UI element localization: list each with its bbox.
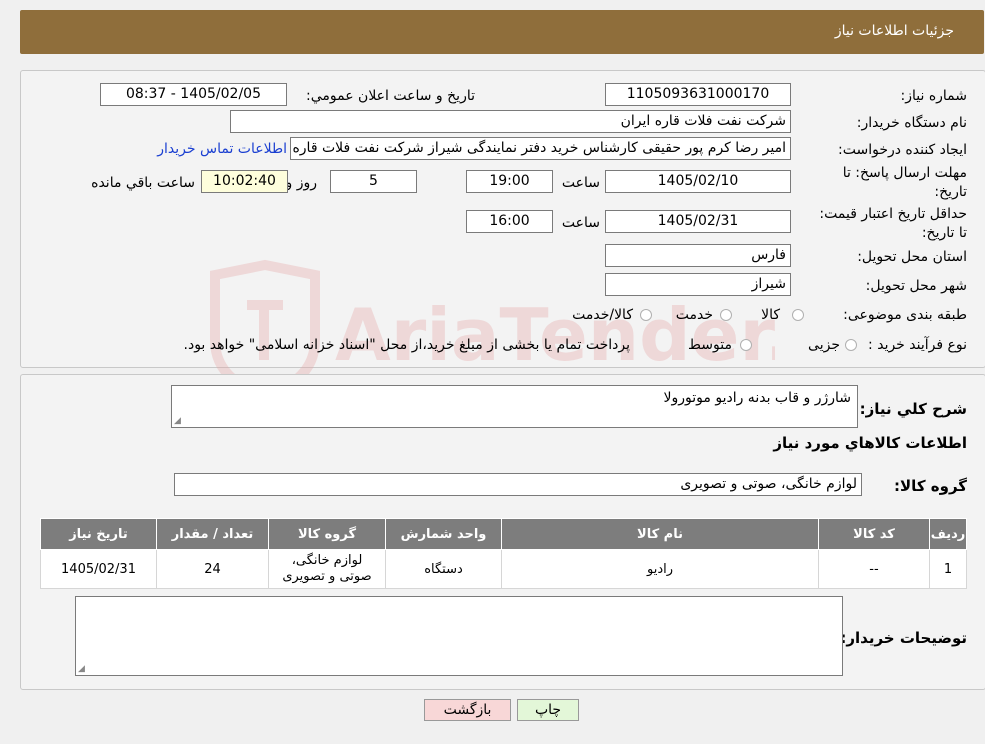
need-desc-label: شرح کلي نیاز: bbox=[859, 400, 967, 418]
announce-datetime-field[interactable]: 1405/02/05 - 08:37 bbox=[100, 83, 287, 106]
need-number-label: شماره نیاز: bbox=[900, 88, 968, 104]
cell-unit: دستگاه bbox=[385, 549, 502, 589]
buyer-contact-link[interactable]: اطلاعات تماس خریدار bbox=[157, 141, 287, 157]
table-header-row: ردیف کد کالا نام کالا واحد شمارش گروه کا… bbox=[40, 518, 967, 550]
back-button[interactable]: بازگشت bbox=[424, 699, 511, 721]
remaining-time-field: 10:02:40 bbox=[201, 170, 288, 193]
buyer-notes-label: توضیحات خریدار: bbox=[840, 629, 967, 647]
need-number-field[interactable]: 1105093631000170 bbox=[605, 83, 791, 106]
category-option-service: خدمت bbox=[675, 307, 713, 323]
cell-group: لوازم خانگی، صوتی و تصویری bbox=[268, 549, 386, 589]
col-row-header: ردیف bbox=[929, 518, 967, 550]
announce-datetime-label: تاریخ و ساعت اعلان عمومي: bbox=[306, 88, 475, 104]
goods-group-field[interactable]: لوازم خانگی، صوتی و تصویری bbox=[174, 473, 862, 496]
goods-info-heading: اطلاعات کالاهاي مورد نیاز bbox=[773, 434, 967, 452]
city-field[interactable]: شیراز bbox=[605, 273, 791, 296]
page-title: جزئیات اطلاعات نیاز bbox=[834, 23, 954, 39]
reply-deadline-label: مهلت ارسال پاسخ: تا تاریخ: bbox=[842, 165, 967, 200]
col-name-header: نام کالا bbox=[501, 518, 819, 550]
col-date-header: تاریخ نیاز bbox=[40, 518, 157, 550]
col-code-header: کد کالا bbox=[818, 518, 930, 550]
category-radio-goods-service[interactable] bbox=[640, 309, 652, 321]
validity-hour-label: ساعت bbox=[561, 215, 600, 231]
remaining-label: ساعت باقي مانده bbox=[91, 175, 195, 191]
province-field[interactable]: فارس bbox=[605, 244, 791, 267]
process-note: پرداخت تمام یا بخشی از مبلغ خرید،از محل … bbox=[183, 337, 630, 353]
process-radio-medium[interactable] bbox=[740, 339, 752, 351]
cell-row: 1 bbox=[929, 549, 967, 589]
category-option-goods-service: کالا/خدمت bbox=[572, 307, 633, 323]
validity-date-field[interactable]: 1405/02/31 bbox=[605, 210, 791, 233]
category-label: طبقه بندی موضوعی: bbox=[843, 307, 967, 323]
price-validity-label: حداقل تاریخ اعتبار قیمت: تا تاریخ: bbox=[819, 206, 967, 241]
reply-time-field[interactable]: 19:00 bbox=[466, 170, 553, 193]
col-qty-header: تعداد / مقدار bbox=[156, 518, 269, 550]
buyer-org-field[interactable]: شرکت نفت فلات قاره ایران bbox=[230, 110, 791, 133]
process-radio-minor[interactable] bbox=[845, 339, 857, 351]
requester-label: ایجاد کننده درخواست: bbox=[838, 142, 967, 158]
category-radio-service[interactable] bbox=[720, 309, 732, 321]
process-option-minor: جزیی bbox=[808, 337, 840, 353]
table-row[interactable]: 1 -- رادیو دستگاه لوازم خانگی، صوتی و تص… bbox=[40, 549, 967, 589]
validity-time-field[interactable]: 16:00 bbox=[466, 210, 553, 233]
category-option-goods: کالا bbox=[761, 307, 780, 323]
need-desc-textarea[interactable]: شارژر و قاب بدنه رادیو موتورولا ◢ bbox=[171, 385, 858, 428]
days-label: روز و bbox=[285, 175, 318, 191]
category-radio-goods[interactable] bbox=[792, 309, 804, 321]
requester-field[interactable]: امیر رضا کرم پور حقیقی کارشناس خرید دفتر… bbox=[290, 137, 791, 160]
reply-hour-label: ساعت bbox=[561, 175, 600, 191]
col-group-header: گروه کالا bbox=[268, 518, 386, 550]
goods-table: ردیف کد کالا نام کالا واحد شمارش گروه کا… bbox=[40, 518, 967, 589]
cell-code: -- bbox=[818, 549, 930, 589]
page-header: جزئیات اطلاعات نیاز bbox=[20, 10, 984, 54]
city-label: شهر محل تحویل: bbox=[865, 278, 967, 294]
cell-date: 1405/02/31 bbox=[40, 549, 157, 589]
resize-grip-icon[interactable]: ◢ bbox=[174, 416, 181, 426]
buyer-org-label: نام دستگاه خریدار: bbox=[856, 115, 967, 131]
reply-date-field[interactable]: 1405/02/10 bbox=[605, 170, 791, 193]
process-option-medium: متوسط bbox=[688, 337, 732, 353]
watermark-text: AriaTender.neT bbox=[335, 293, 775, 377]
process-type-label: نوع فرآیند خرید : bbox=[868, 337, 967, 353]
resize-grip-icon[interactable]: ◢ bbox=[78, 664, 85, 674]
cell-qty: 24 bbox=[156, 549, 269, 589]
need-desc-text: شارژر و قاب بدنه رادیو موتورولا bbox=[663, 390, 851, 406]
province-label: استان محل تحویل: bbox=[857, 249, 967, 265]
days-field[interactable]: 5 bbox=[330, 170, 417, 193]
buyer-notes-textarea[interactable]: ◢ bbox=[75, 596, 843, 676]
print-button[interactable]: چاپ bbox=[517, 699, 579, 721]
goods-group-label: گروه کالا: bbox=[894, 477, 967, 495]
cell-name: رادیو bbox=[501, 549, 819, 589]
col-unit-header: واحد شمارش bbox=[385, 518, 502, 550]
